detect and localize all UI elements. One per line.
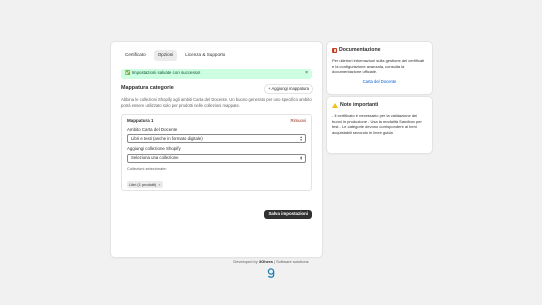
- selected-collections-label: Collezioni selezionate:: [127, 165, 167, 171]
- save-settings-button[interactable]: Salva impostazioni: [264, 209, 312, 219]
- collezione-label: Aggiungi collezione Shopify: [127, 146, 181, 152]
- settings-card: Certificato Opzioni Licenza & Supporto ✅…: [111, 42, 322, 257]
- mapping-title: Mappatura 1: [127, 118, 154, 124]
- success-banner: ✅ Impostazioni salvate con successo! ×: [121, 68, 312, 79]
- mapping-header: Mappatura 1 Rimuovi: [127, 119, 306, 124]
- warning-icon: [332, 103, 338, 109]
- tab-bar: Certificato Opzioni Licenza & Supporto: [121, 50, 312, 61]
- brand-logo-icon: [267, 268, 275, 278]
- collection-chip: Libri (1 prodotti) ×: [127, 181, 163, 189]
- chip-remove-icon[interactable]: ×: [158, 182, 160, 187]
- ambito-select-value: Libri e testi (anche in formato digitale…: [131, 135, 203, 141]
- docs-title-row: Documentazione: [332, 47, 427, 54]
- tab-licenza-supporto[interactable]: Licenza & Supporto: [181, 50, 229, 61]
- notes-title: Note importanti: [340, 102, 379, 108]
- section-description: Abbina le collezioni Shopify agli ambiti…: [121, 96, 312, 108]
- ambito-label: Ambito Carta del Docente: [127, 126, 178, 132]
- tab-opzioni[interactable]: Opzioni: [153, 50, 178, 61]
- success-message: ✅ Impostazioni salvate con successo!: [125, 70, 201, 76]
- select-chevron-icon: ▴ ▾: [300, 154, 302, 162]
- remove-mapping-button[interactable]: Rimuovi: [290, 119, 306, 124]
- section-header: Mappatura categorie + Aggiungi mappatura: [121, 84, 312, 93]
- ambito-select[interactable]: Libri e testi (anche in formato digitale…: [127, 134, 306, 144]
- docs-link[interactable]: Carta del Docente: [332, 79, 427, 84]
- section-title: Mappatura categorie: [121, 84, 174, 91]
- add-mapping-button[interactable]: + Aggiungi mappatura: [265, 84, 312, 93]
- notes-title-row: Note importanti: [332, 102, 427, 109]
- close-icon[interactable]: ×: [305, 71, 308, 76]
- docs-card: Documentazione Per ulteriori informazion…: [327, 42, 432, 94]
- footer: Developed by 3Ghera | Software solutions: [0, 260, 542, 264]
- notes-card: Note importanti - Il certificato è neces…: [327, 97, 432, 153]
- select-chevron-icon: ▴ ▾: [300, 135, 302, 142]
- docs-text: Per ulteriori informazioni sulla gestion…: [332, 58, 425, 75]
- footer-brand[interactable]: 3Ghera: [259, 259, 273, 264]
- footer-suffix: | Software solutions: [273, 259, 309, 264]
- footer-prefix: Developed by: [233, 259, 258, 264]
- book-icon: [332, 48, 337, 54]
- save-row: Salva impostazioni: [264, 209, 312, 219]
- collezione-select[interactable]: Seleziona una collezione ▴ ▾: [127, 153, 306, 163]
- collection-chip-label: Libri (1 prodotti): [129, 181, 157, 187]
- tab-certificato[interactable]: Certificato: [121, 50, 150, 61]
- mapping-card: Mappatura 1 Rimuovi Ambito Carta del Doc…: [121, 114, 312, 192]
- collezione-select-value: Seleziona una collezione: [131, 155, 179, 161]
- docs-title: Documentazione: [339, 47, 381, 53]
- notes-text: - Il certificato è necessario per la val…: [332, 113, 422, 135]
